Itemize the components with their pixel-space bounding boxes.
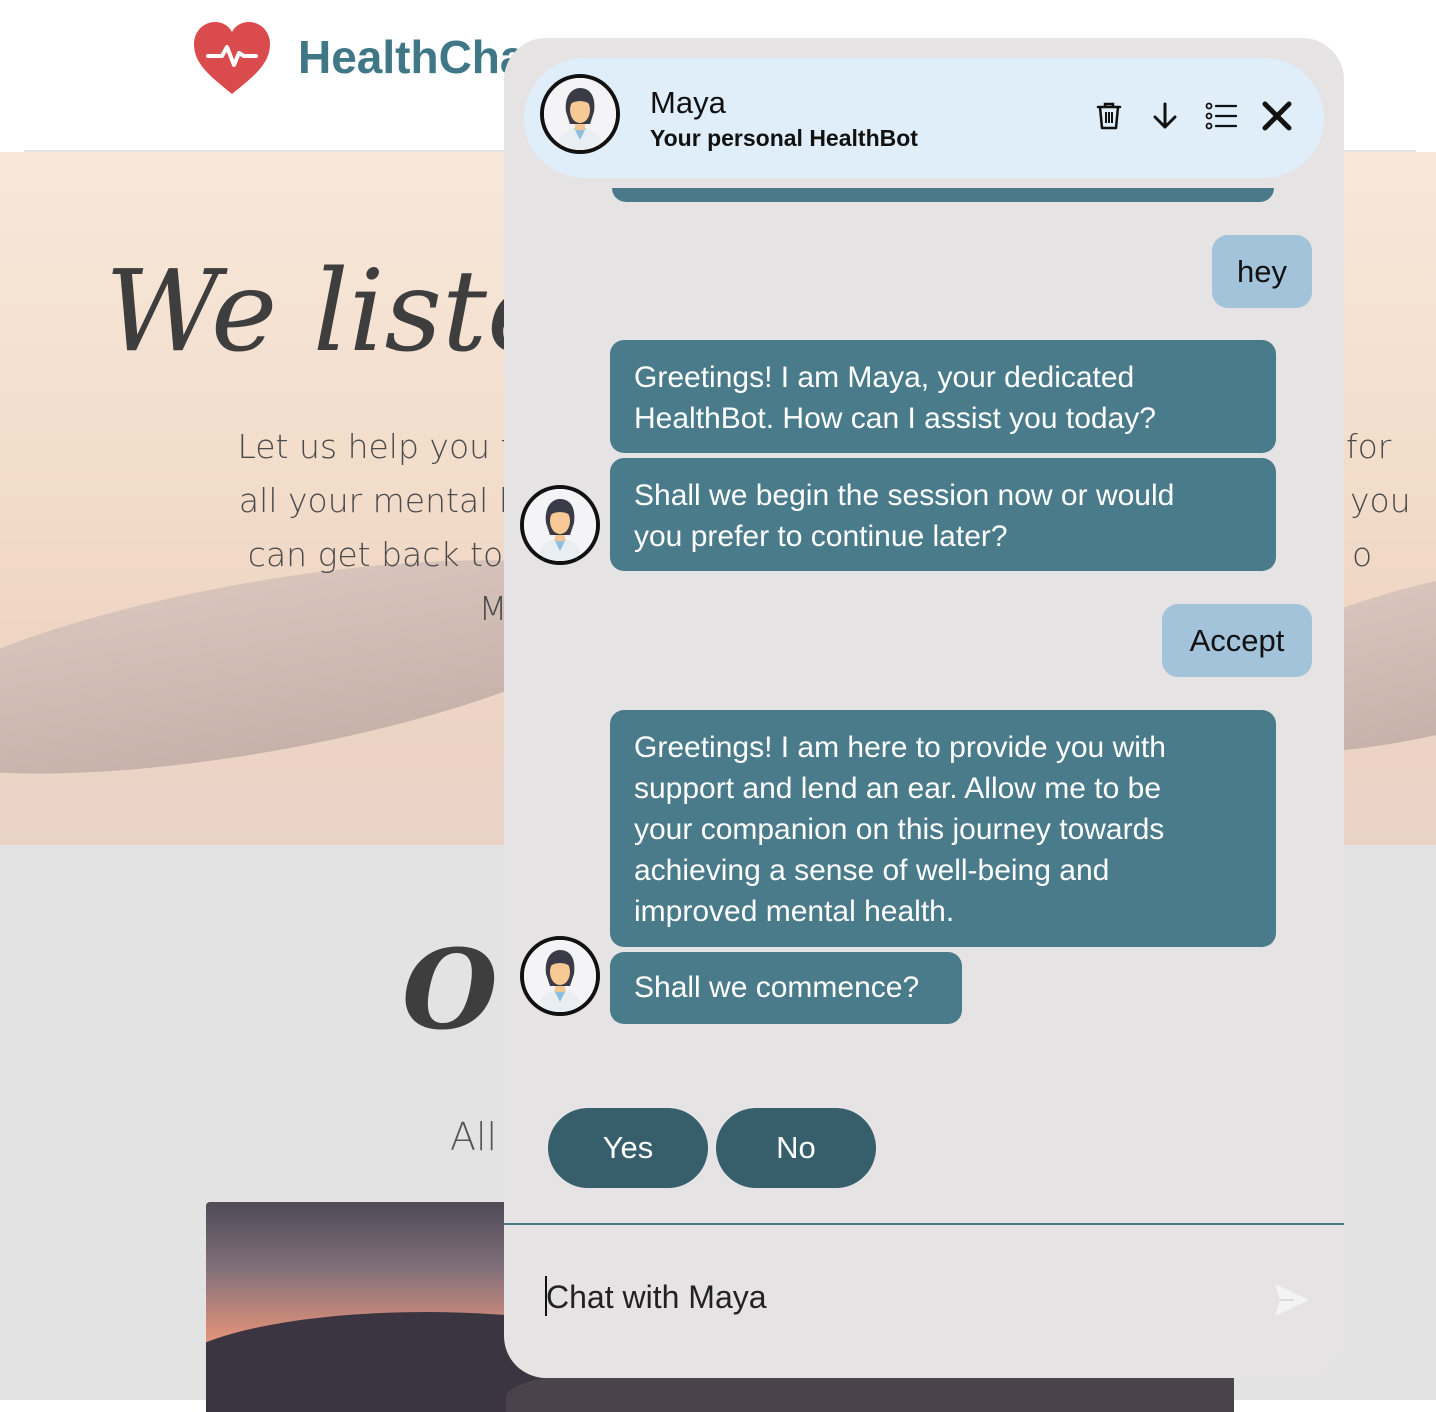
- text-caret: [545, 1276, 547, 1316]
- section-subtitle: All: [450, 1115, 498, 1159]
- bot-message: Greetings! I am here to provide you with…: [610, 710, 1276, 947]
- arrow-down-icon: [1153, 102, 1177, 129]
- chat-input[interactable]: [544, 1266, 1248, 1328]
- doctor-avatar-icon: [524, 940, 596, 1012]
- scroll-down-button[interactable]: [1143, 94, 1187, 138]
- doctor-avatar-icon: [524, 489, 596, 561]
- bot-message: Greetings! I am Maya, your dedicated Hea…: [610, 340, 1276, 453]
- user-message: Accept: [1162, 604, 1312, 677]
- close-chat-button[interactable]: [1255, 94, 1299, 138]
- close-icon: [1262, 101, 1292, 131]
- bot-message: Shall we commence?: [610, 952, 962, 1024]
- brand-name[interactable]: HealthCha: [298, 30, 525, 84]
- bot-name: Maya: [650, 85, 726, 120]
- user-message: hey: [1212, 235, 1312, 308]
- hero-text-right: for you o: [1346, 427, 1411, 574]
- trash-icon: [1096, 102, 1122, 130]
- chat-widget: Maya Your personal HealthBot hey Greetin…: [504, 38, 1344, 1378]
- previous-message-edge: [612, 188, 1274, 202]
- doctor-avatar-icon: [544, 78, 616, 150]
- list-icon: [1205, 102, 1237, 130]
- menu-button[interactable]: [1199, 94, 1243, 138]
- bot-message-avatar: [520, 485, 600, 565]
- quick-reply-no[interactable]: No: [716, 1108, 876, 1188]
- chat-header: Maya Your personal HealthBot: [524, 58, 1324, 178]
- input-divider: [504, 1223, 1344, 1225]
- bot-avatar: [540, 74, 620, 154]
- heart-logo-icon: [194, 22, 270, 94]
- quick-reply-yes[interactable]: Yes: [548, 1108, 708, 1188]
- send-button[interactable]: [1272, 1280, 1316, 1324]
- bot-message: Shall we begin the session now or would …: [610, 458, 1276, 571]
- bot-subtitle: Your personal HealthBot: [650, 125, 918, 151]
- delete-chat-button[interactable]: [1087, 94, 1131, 138]
- bot-message-avatar: [520, 936, 600, 1016]
- send-icon: [1275, 1284, 1309, 1316]
